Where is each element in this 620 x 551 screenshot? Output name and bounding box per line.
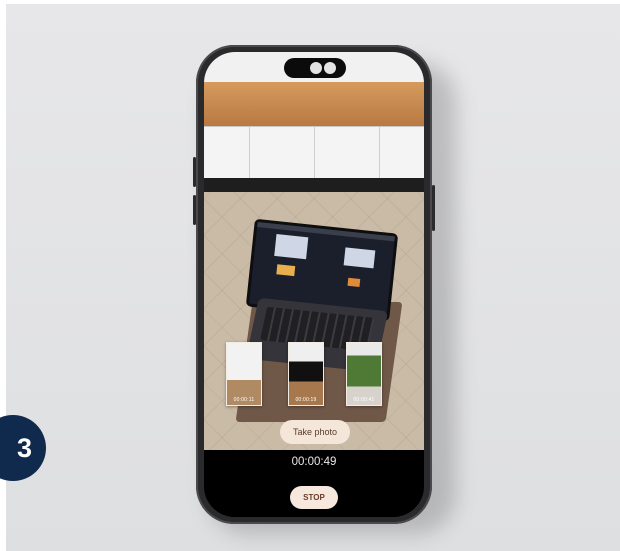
volume-button bbox=[193, 195, 196, 225]
camera-scene-cabinet-top bbox=[204, 82, 424, 126]
laptop-window bbox=[343, 247, 376, 269]
camera-lens-icon bbox=[324, 62, 336, 74]
power-button bbox=[432, 185, 435, 231]
ar-photo-thumbnail[interactable]: 00:00:11 bbox=[226, 342, 262, 406]
laptop-window bbox=[274, 234, 309, 260]
camera-lens-icon bbox=[310, 62, 322, 74]
recording-timer: 00:00:49 bbox=[291, 456, 337, 468]
stop-button[interactable]: STOP bbox=[290, 486, 338, 509]
dynamic-island bbox=[284, 58, 346, 78]
ar-photo-thumbnail[interactable]: 00:00:19 bbox=[288, 342, 324, 406]
cabinet-seam bbox=[379, 127, 380, 179]
volume-button bbox=[193, 157, 196, 187]
cabinet-seam bbox=[249, 127, 250, 179]
laptop-window bbox=[347, 277, 361, 288]
take-photo-button[interactable]: Take photo bbox=[280, 420, 350, 444]
ar-photo-thumbnail[interactable]: 00:00:41 bbox=[346, 342, 382, 406]
phone-mockup: 00:00:11 00:00:19 00:00:41 Take photo 00… bbox=[193, 45, 435, 524]
thumbnail-label: 00:00:41 bbox=[353, 397, 375, 403]
laptop-window bbox=[276, 264, 296, 277]
thumbnail-label: 00:00:19 bbox=[295, 397, 317, 403]
phone-screen: 00:00:11 00:00:19 00:00:41 Take photo 00… bbox=[204, 52, 424, 517]
thumbnail-label: 00:00:11 bbox=[233, 397, 255, 403]
camera-scene-shadow bbox=[204, 178, 424, 192]
camera-scene-cabinet-front bbox=[204, 126, 424, 179]
cabinet-seam bbox=[314, 127, 315, 179]
